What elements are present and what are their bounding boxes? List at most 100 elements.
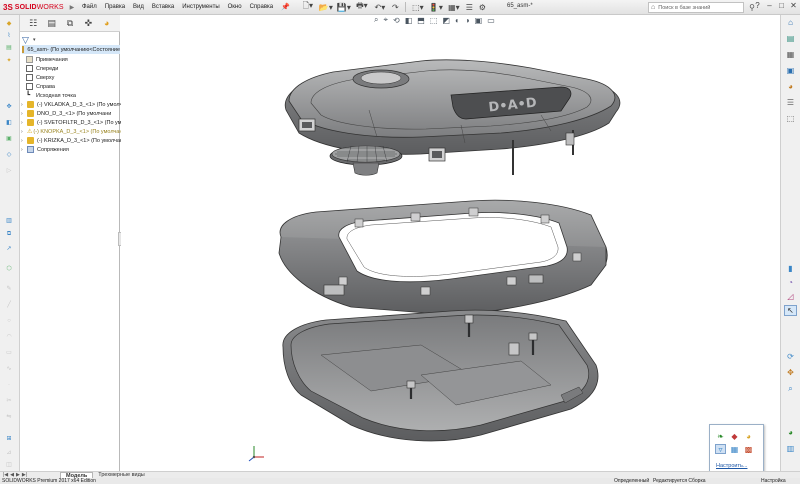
tree-item-part-warning[interactable]: › ⚠ (-) KNOPKA_D_3_<1> (По умолчан — [21, 127, 122, 136]
bill-of-materials-icon[interactable]: ▥ — [2, 215, 16, 226]
tree-item-part[interactable]: › DNO_D_3_<1> (По умолчани — [21, 109, 111, 118]
design-library-icon[interactable]: ▤ — [784, 33, 797, 44]
scene-icon[interactable]: ◕ — [743, 431, 754, 441]
rebuild-icon[interactable]: 🚦▾ — [428, 2, 444, 13]
menu-file[interactable]: Файл — [78, 4, 101, 10]
tree-item-front-plane[interactable]: Спереди — [26, 64, 58, 73]
pan-view-icon[interactable]: ✥ — [784, 367, 797, 378]
display-manager-tab-icon[interactable]: ◕ — [100, 18, 114, 28]
menu-window[interactable]: Окно — [224, 4, 246, 10]
new-motion-study-icon[interactable]: ▷ — [2, 165, 16, 176]
search-input[interactable]: ⌂ Поиск в базе знаний ⚲ — [648, 2, 755, 13]
property-manager-tab-icon[interactable]: ▤ — [45, 18, 59, 29]
light-icon[interactable]: ▦ — [729, 444, 740, 454]
zoom-view-icon[interactable]: ⌕ — [784, 383, 797, 394]
exploded-view-icon[interactable]: ⧉ — [2, 229, 16, 240]
assembly-features-icon[interactable]: ▣ — [2, 133, 16, 144]
zoom-to-fit-icon[interactable]: ⌕ — [374, 15, 378, 25]
print-icon[interactable]: 🖶▾ — [354, 1, 370, 13]
rotate-view-icon[interactable]: ⟳ — [784, 351, 797, 362]
previous-view-icon[interactable]: ⟲ — [393, 16, 400, 25]
bottom-base-part[interactable] — [282, 309, 599, 442]
show-hidden-icon[interactable]: ◧ — [2, 117, 16, 128]
status-custom[interactable]: Настройка — [761, 478, 786, 484]
file-explorer-icon[interactable]: ▦ — [784, 49, 797, 60]
mate-icon[interactable]: ⌇ — [2, 30, 16, 41]
view-palette-icon[interactable]: ▣ — [784, 65, 797, 76]
customize-link[interactable]: Настроить... — [716, 463, 747, 469]
select-tool-icon[interactable]: ↖ — [784, 305, 797, 316]
dynamic-annotation-icon[interactable]: ⬒ — [417, 16, 425, 25]
file-properties-icon[interactable]: ☰ — [464, 2, 475, 13]
open-document-icon[interactable]: 📂▾ — [318, 2, 334, 13]
menu-help[interactable]: Справка — [246, 4, 278, 10]
sketch-arc-icon[interactable]: ◠ — [2, 331, 16, 342]
trim-entities-icon[interactable]: ✂ — [2, 395, 16, 406]
update-speedpak-icon[interactable]: ⬡ — [2, 263, 16, 274]
section-view-icon[interactable]: ◫ — [2, 459, 16, 470]
redo-icon[interactable]: ↷ — [390, 2, 401, 13]
sketch-icon[interactable]: ✎ — [2, 283, 16, 294]
tree-item-mates[interactable]: › Сопряжения — [21, 145, 69, 154]
hide-show-items-icon[interactable]: ◐ — [455, 16, 460, 25]
undo-icon[interactable]: ↶▾ — [372, 2, 388, 13]
edit-appearance-icon[interactable]: ◑ — [465, 16, 470, 25]
decal-icon[interactable]: ◆ — [729, 431, 740, 441]
minimize-button[interactable]: – — [765, 1, 774, 10]
mirror-entities-icon[interactable]: ⇋ — [2, 411, 16, 422]
display-style-icon[interactable]: ◩ — [442, 16, 450, 25]
measure-icon[interactable]: ⊿ — [2, 447, 16, 458]
appearance-tool-icon[interactable]: ◕ — [784, 427, 797, 438]
move-component-icon[interactable]: ✥ — [2, 101, 16, 112]
button-part[interactable] — [329, 145, 403, 176]
sketch-point-icon[interactable]: · — [2, 379, 16, 390]
sketch-spline-icon[interactable]: ∿ — [2, 363, 16, 374]
graphics-area[interactable]: D•A•D — [121, 15, 780, 471]
new-document-icon[interactable]: 🗋▾ — [300, 1, 316, 13]
instant-3d-icon[interactable]: ↗ — [2, 243, 16, 254]
forum-icon[interactable]: ⬚ — [784, 113, 797, 124]
middle-frame-part[interactable] — [278, 199, 608, 316]
solidworks-logo[interactable]: 3S SOLIDWORKS ▶ — [0, 0, 78, 15]
display-manager-icon[interactable]: ▿ — [715, 444, 726, 454]
linear-pattern-icon[interactable]: ▤ — [2, 42, 16, 53]
help-icon[interactable]: ? — [753, 1, 762, 10]
tree-item-annotations[interactable]: Примечания — [26, 55, 68, 64]
feature-tree-tab-icon[interactable]: ☷ — [26, 18, 40, 29]
extrude-icon[interactable]: ▮ — [784, 263, 797, 274]
options-gear-icon[interactable]: ⚙ — [477, 2, 488, 13]
menu-view[interactable]: Вид — [129, 4, 148, 10]
select-icon[interactable]: ⬚▾ — [410, 2, 426, 13]
view-settings-icon[interactable]: ▭ — [487, 16, 495, 25]
options-icon[interactable]: ▦▾ — [446, 2, 462, 13]
menu-expand-arrow-icon[interactable]: ▶ — [70, 4, 75, 11]
fillet-icon[interactable]: ◔ — [784, 277, 797, 288]
tree-item-right-plane[interactable]: Справа — [26, 82, 55, 91]
configuration-manager-tab-icon[interactable]: ⧉ — [63, 18, 77, 29]
tree-item-part[interactable]: › (-) VKLADKA_D_3_<1> (По умолчан — [21, 100, 128, 109]
camera-icon[interactable]: ▩ — [743, 444, 754, 454]
sw-resources-icon[interactable]: ⌂ — [784, 17, 797, 28]
section-view-icon[interactable]: ◧ — [405, 16, 413, 25]
menu-tools[interactable]: Инструменты — [178, 4, 223, 10]
appearance-icon[interactable]: ❧ — [715, 431, 726, 441]
dimxpert-tab-icon[interactable]: ✜ — [81, 18, 95, 29]
zoom-to-area-icon[interactable]: ⌖ — [383, 15, 388, 25]
filter-dropdown-icon[interactable]: ▾ — [33, 37, 36, 43]
apply-scene-icon[interactable]: ▣ — [475, 16, 483, 25]
sketch-rectangle-icon[interactable]: ▭ — [2, 347, 16, 358]
evaluate-icon[interactable]: ⊞ — [2, 433, 16, 444]
chamfer-icon[interactable]: ◿ — [784, 291, 797, 302]
sketch-circle-icon[interactable]: ○ — [2, 315, 16, 326]
close-button[interactable]: ✕ — [789, 1, 798, 10]
pin-menu-icon[interactable]: 📌 — [281, 3, 290, 11]
maximize-button[interactable]: □ — [777, 1, 786, 10]
tree-item-origin[interactable]: ┗ Исходная точка — [26, 91, 76, 100]
reference-geometry-icon[interactable]: ◇ — [2, 149, 16, 160]
appearances-icon[interactable]: ◕ — [784, 81, 797, 92]
menu-insert[interactable]: Вставка — [148, 4, 178, 10]
tree-item-part[interactable]: › (-) KRIZKA_D_3_<1> (По умолчан — [21, 136, 123, 145]
sketch-line-icon[interactable]: ╱ — [2, 299, 16, 310]
custom-properties-icon[interactable]: ☰ — [784, 97, 797, 108]
menu-edit[interactable]: Правка — [101, 4, 129, 10]
